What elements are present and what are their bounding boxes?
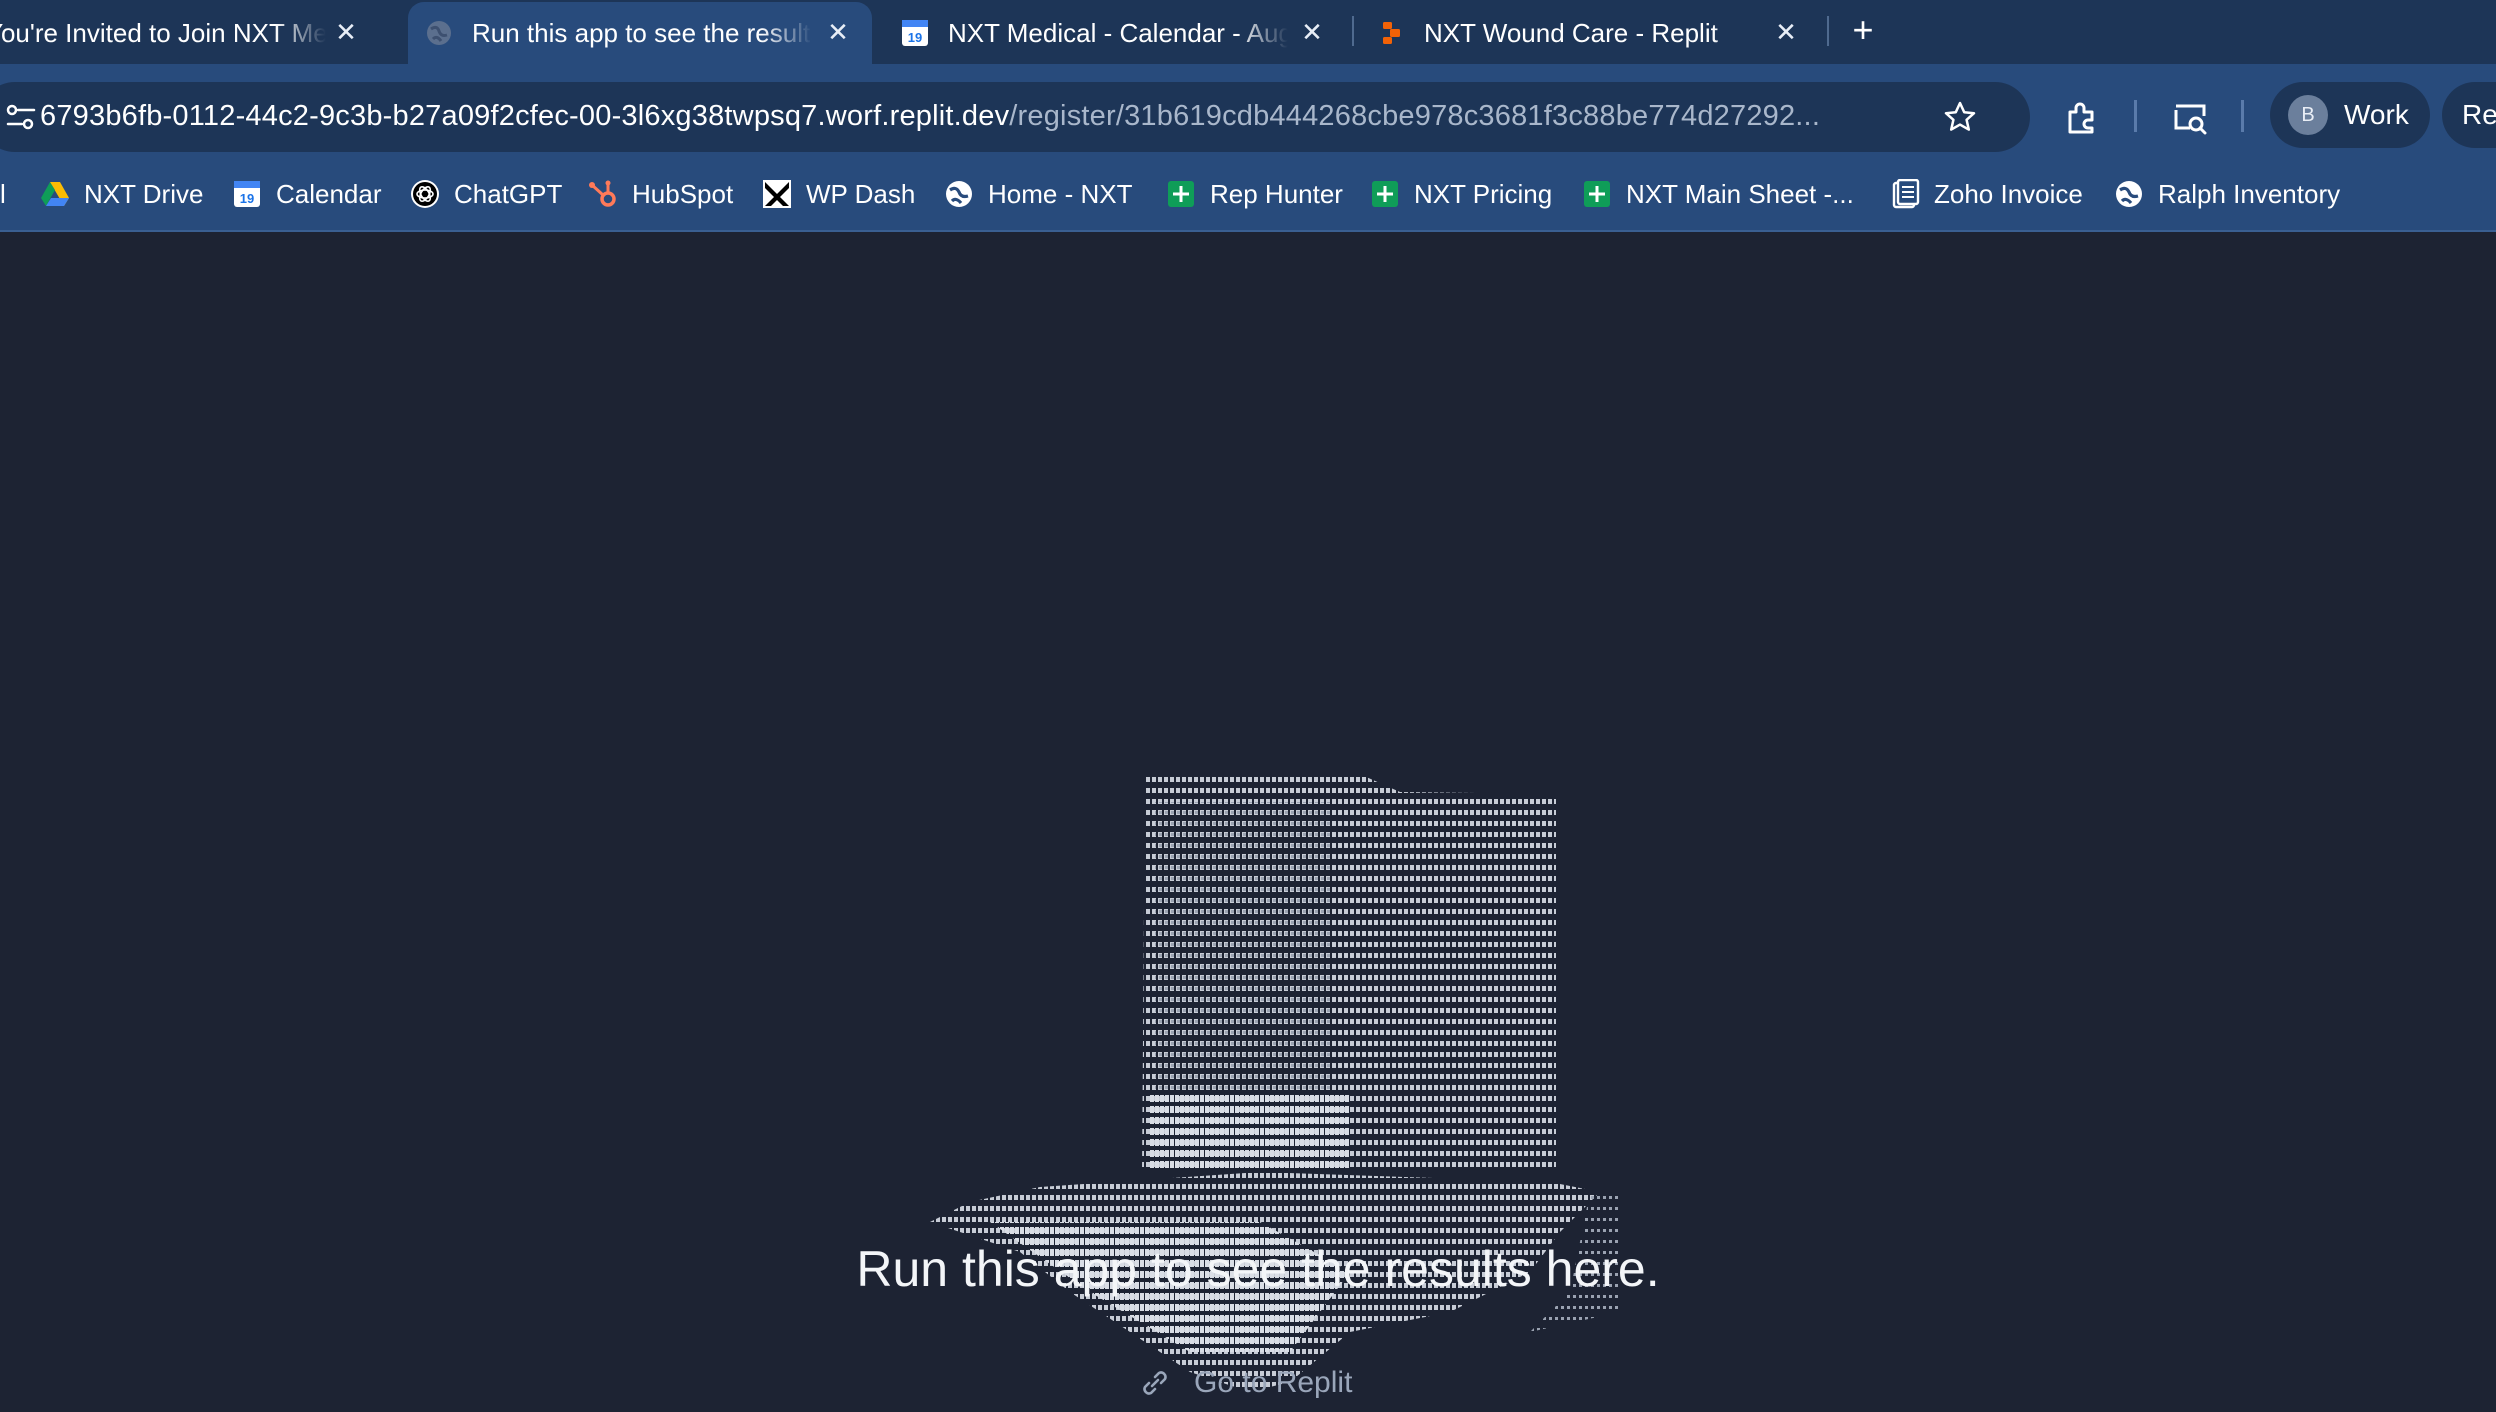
globe-icon: [2114, 179, 2144, 209]
bookmark-zoho-invoice[interactable]: Zoho Invoice: [1890, 174, 2083, 214]
extensions-icon[interactable]: [2060, 96, 2104, 140]
bookmark-label: NXT Main Sheet -...: [1626, 178, 1854, 209]
tab-separator: [1827, 16, 1829, 46]
calendar-icon: 19: [232, 179, 262, 209]
bookmark-label: NXT Pricing: [1414, 178, 1553, 209]
bookmark-hubspot[interactable]: HubSpot: [588, 174, 733, 214]
link-icon: [1138, 1366, 1172, 1400]
globe-icon: [424, 18, 454, 48]
tab-replit[interactable]: NXT Wound Care - Replit ✕: [1360, 2, 1820, 64]
sheets-icon: [1582, 179, 1612, 209]
run-app-message: Run this app to see the results here.: [856, 1241, 1660, 1297]
tab-calendar[interactable]: 19 NXT Medical - Calendar - August ✕: [884, 2, 1344, 64]
bookmark-label: Zoho Invoice: [1934, 178, 2083, 209]
avatar: B: [2288, 95, 2328, 135]
relaunch-button[interactable]: Re: [2442, 82, 2496, 148]
svg-text:19: 19: [908, 30, 922, 45]
page-content: Run this app to see the results here. Go…: [0, 232, 2496, 1399]
close-tab-icon[interactable]: ✕: [330, 16, 362, 48]
tab-separator: [1352, 16, 1354, 46]
bookmark-label: Calendar: [276, 178, 382, 209]
bookmark-home-nxt[interactable]: Home - NXT: [944, 174, 1132, 214]
globe-icon: [944, 179, 974, 209]
bookmark-nxt-main-sheet[interactable]: NXT Main Sheet -...: [1582, 174, 1854, 214]
bookmark-label: WP Dash: [806, 178, 916, 209]
wp-dash-icon: [762, 179, 792, 209]
replit-icon: [1376, 18, 1406, 48]
invoice-icon: [1890, 179, 1920, 209]
url-text[interactable]: 6793b6fb-0112-44c2-9c3b-b27a09f2cfec-00-…: [40, 100, 1820, 133]
tab-title: NXT Wound Care - Replit: [1424, 17, 1718, 48]
close-tab-icon[interactable]: ✕: [822, 16, 854, 48]
bookmark-label: ChatGPT: [454, 178, 563, 209]
svg-text:19: 19: [240, 191, 254, 206]
tab-strip: You're Invited to Join NXT Medical ✕ Run…: [0, 0, 2496, 64]
site-settings-icon[interactable]: [4, 100, 38, 134]
new-tab-button[interactable]: +: [1843, 9, 1883, 50]
go-to-replit-label: Go to Replit: [1194, 1366, 1353, 1399]
bookmark-label: l: [0, 178, 6, 209]
address-bar[interactable]: 6793b6fb-0112-44c2-9c3b-b27a09f2cfec-00-…: [0, 82, 2030, 152]
sheets-icon: [1166, 179, 1196, 209]
bookmark-chatgpt[interactable]: ChatGPT: [410, 174, 562, 214]
toolbar-divider: [2134, 100, 2137, 132]
tab-title: You're Invited to Join NXT Medical: [0, 17, 326, 48]
toolbar-divider: [2241, 100, 2244, 132]
hubspot-icon: [588, 179, 618, 209]
profile-label: Work: [2344, 99, 2409, 130]
tab-title: Run this app to see the results here.: [472, 17, 812, 48]
bookmark-nxt-pricing[interactable]: NXT Pricing: [1370, 174, 1552, 214]
bookmarks-bar: l NXT Drive 19 Calendar ChatGPT HubSpot …: [0, 160, 2496, 230]
bookmark-label: HubSpot: [632, 178, 734, 209]
close-tab-icon[interactable]: ✕: [1296, 16, 1328, 48]
bookmark-calendar[interactable]: 19 Calendar: [232, 174, 382, 214]
tab-run-app[interactable]: Run this app to see the results here. ✕: [408, 2, 872, 64]
sheets-icon: [1370, 179, 1400, 209]
drive-icon: [40, 179, 70, 209]
tab-search-icon[interactable]: [2168, 96, 2212, 140]
bookmark-wp-dash[interactable]: WP Dash: [762, 174, 915, 214]
bookmark-label: NXT Drive: [84, 178, 204, 209]
profile-button[interactable]: B Work: [2270, 82, 2430, 148]
url-path: /register/31b619cdb444268cbe978c3681f3c8…: [1009, 100, 1821, 132]
calendar-icon: 19: [900, 18, 930, 48]
url-host: 6793b6fb-0112-44c2-9c3b-b27a09f2cfec-00-…: [40, 100, 1010, 132]
go-to-replit-link[interactable]: Go to Replit: [1138, 1366, 1352, 1400]
bookmark-label: Ralph Inventory: [2158, 178, 2341, 209]
bookmark-label: Home - NXT: [988, 178, 1133, 209]
close-tab-icon[interactable]: ✕: [1770, 16, 1802, 48]
chatgpt-icon: [410, 179, 440, 209]
bookmark-truncated[interactable]: l: [0, 174, 6, 214]
bookmark-nxt-drive[interactable]: NXT Drive: [40, 174, 203, 214]
tab-title: NXT Medical - Calendar - August: [948, 17, 1288, 48]
bookmark-ralph-inventory[interactable]: Ralph Inventory: [2114, 174, 2340, 214]
tab-invite[interactable]: You're Invited to Join NXT Medical ✕: [0, 2, 386, 64]
bookmark-rep-hunter[interactable]: Rep Hunter: [1166, 174, 1343, 214]
bookmark-star-icon[interactable]: [1942, 99, 1978, 135]
bookmark-label: Rep Hunter: [1210, 178, 1343, 209]
